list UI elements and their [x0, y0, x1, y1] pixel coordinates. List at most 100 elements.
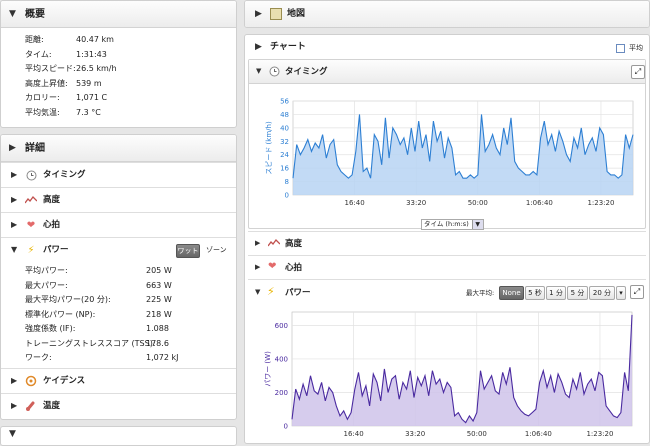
collapse-triangle-icon[interactable]: ▼ — [255, 289, 260, 296]
collapse-triangle-icon[interactable]: ▼ — [9, 10, 16, 19]
power-chart-title: パワー — [285, 288, 311, 298]
x-tick-label: 33:20 — [405, 430, 425, 438]
timing-chart-section: ▼ タイミング ⤢ 0 8 16 24 32 40 48 56 16:40 33:20 50:00 1… — [248, 59, 646, 230]
section-temperature[interactable]: ▶ 温度 — [1, 393, 236, 418]
expand-triangle-icon[interactable]: ▶ — [255, 43, 262, 52]
section-heartrate-label: 心拍 — [43, 220, 61, 230]
details-title: 詳細 — [25, 143, 45, 154]
heart-icon: ❤ — [268, 261, 277, 272]
xaxis-select[interactable]: タイム (h:m:s) ▼ — [421, 219, 484, 230]
expand-triangle-icon[interactable]: ▶ — [11, 221, 17, 229]
x-tick-label: 1:23:20 — [587, 199, 614, 207]
power-row-label: 標準化パワー (NP): — [25, 309, 96, 319]
elevation-icon — [25, 194, 37, 206]
thermometer-icon — [25, 400, 37, 412]
xaxis-select-value: タイム (h:m:s) — [424, 220, 469, 228]
y-tick-label: 600 — [275, 322, 288, 330]
power-chart: 0 200 400 600 16:40 33:20 50:00 1:06:40 1:23:20 パ… — [264, 311, 633, 438]
chart-panel: ▶ チャート 平均 ▼ タイミング ⤢ 0 8 16 24 32 40 48 56 16:40 3… — [244, 34, 650, 444]
expand-triangle-icon[interactable]: ▶ — [11, 377, 17, 385]
expand-triangle-icon[interactable]: ▶ — [11, 402, 17, 410]
power-row-label: ワーク: — [25, 353, 52, 362]
elevation-chart-row[interactable]: ▶ 高度 — [248, 231, 646, 254]
y-tick-label: 0 — [284, 423, 288, 431]
average-checkbox[interactable] — [616, 44, 625, 53]
heartrate-chart-row[interactable]: ▶ ❤ 心拍 — [248, 255, 646, 280]
details-header[interactable]: ▶ 詳細 — [1, 135, 236, 162]
x-tick-label: 16:40 — [345, 199, 365, 207]
section-timing-label: タイミング — [43, 170, 86, 180]
y-tick-label: 24 — [280, 151, 289, 159]
average-label: 平均 — [629, 44, 643, 52]
summary-header[interactable]: ▼ 概要 — [1, 1, 236, 28]
map-panel: ▶ 地図 — [244, 0, 650, 28]
y-tick-label: 0 — [285, 192, 289, 200]
expand-chart-icon[interactable]: ⤢ — [631, 65, 645, 79]
max-average-label: 最大平均: — [466, 289, 495, 297]
summary-row-value: 40.47 km — [76, 35, 114, 44]
summary-title: 概要 — [25, 9, 45, 20]
expand-triangle-icon[interactable]: ▶ — [11, 171, 17, 179]
y-tick-label: 400 — [275, 355, 288, 363]
x-tick-label: 1:23:20 — [586, 430, 613, 438]
x-tick-label: 1:06:40 — [526, 199, 553, 207]
expand-triangle-icon[interactable]: ▶ — [11, 196, 17, 204]
section-power[interactable]: ▼ ⚡ パワー ワット ゾーン 平均パワー: 205 W 最大パワー: 663 W 最大… — [1, 237, 236, 367]
max-avg-dropdown-button[interactable]: ▾ — [616, 286, 626, 300]
expand-triangle-icon[interactable]: ▶ — [255, 10, 262, 19]
timing-chart-header[interactable]: ▼ タイミング ⤢ — [249, 60, 645, 84]
power-row-value: 218 W — [146, 309, 172, 319]
timing-chart-title: タイミング — [285, 67, 328, 77]
section-elevation[interactable]: ▶ 高度 — [1, 187, 236, 212]
chart-title: チャート — [270, 42, 306, 52]
section-timing[interactable]: ▶ タイミング — [1, 162, 236, 187]
max-avg-5s-button[interactable]: 5 秒 — [525, 286, 545, 300]
summary-panel: ▼ 概要 距離: 40.47 km タイム: 1:31:43 平均スピード: 26.5 k… — [0, 0, 237, 128]
collapse-triangle-icon[interactable]: ▼ — [9, 430, 16, 439]
chart-header[interactable]: ▶ チャート 平均 — [245, 35, 649, 59]
power-row-value: 178.6 — [146, 338, 169, 348]
collapse-triangle-icon[interactable]: ▼ — [256, 68, 261, 75]
clock-icon — [25, 169, 37, 181]
y-tick-label: 16 — [280, 165, 289, 173]
summary-row-label: 平均気温: — [25, 107, 60, 117]
x-tick-label: 50:00 — [468, 199, 488, 207]
summary-row-value: 26.5 km/h — [76, 64, 117, 73]
power-row-label: 強度係数 (IF): — [25, 324, 76, 333]
power-row-value: 1,072 kJ — [146, 353, 179, 362]
map-icon — [270, 8, 282, 20]
y-tick-label: 56 — [280, 98, 289, 106]
summary-row-value: 1,071 C — [76, 93, 108, 102]
summary-row-value: 1:31:43 — [76, 49, 107, 59]
lightning-icon: ⚡ — [267, 285, 275, 298]
y-tick-label: 8 — [285, 178, 289, 186]
max-avg-5m-button[interactable]: 5 分 — [567, 286, 588, 300]
max-avg-none-button[interactable]: None — [499, 286, 524, 300]
zones-toggle-button[interactable]: ゾーン — [206, 247, 227, 254]
y-tick-label: 48 — [280, 111, 289, 119]
power-row-value: 225 W — [146, 295, 172, 304]
clock-icon — [269, 66, 280, 79]
summary-row-label: 高度上昇値: — [25, 78, 68, 88]
watts-toggle-button[interactable]: ワット — [176, 244, 200, 258]
bottom-panel: ▼ — [0, 426, 237, 446]
expand-triangle-icon[interactable]: ▶ — [9, 144, 16, 153]
section-cadence[interactable]: ▶ ケイデンス — [1, 368, 236, 393]
map-header[interactable]: ▶ 地図 — [245, 1, 649, 27]
power-chart-header[interactable]: ▼ ⚡ パワー 最大平均: None 5 秒 1 分 5 分 20 分 ▾ ⤢ — [248, 282, 646, 304]
summary-row-label: タイム: — [25, 49, 52, 59]
section-heartrate[interactable]: ▶ ❤ 心拍 — [1, 212, 236, 237]
section-cadence-label: ケイデンス — [43, 376, 86, 386]
expand-triangle-icon[interactable]: ▶ — [255, 240, 260, 247]
section-elevation-label: 高度 — [43, 195, 61, 205]
power-row-value: 1.088 — [146, 324, 169, 333]
x-tick-label: 16:40 — [344, 430, 364, 438]
power-row-label: 最大パワー: — [25, 280, 68, 290]
max-avg-20m-button[interactable]: 20 分 — [589, 286, 615, 300]
power-row-value: 663 W — [146, 280, 172, 290]
max-avg-1m-button[interactable]: 1 分 — [546, 286, 566, 300]
summary-row-label: 平均スピード: — [25, 64, 76, 73]
expand-triangle-icon[interactable]: ▶ — [255, 264, 260, 271]
expand-chart-icon[interactable]: ⤢ — [630, 285, 644, 299]
collapse-triangle-icon[interactable]: ▼ — [11, 246, 17, 254]
